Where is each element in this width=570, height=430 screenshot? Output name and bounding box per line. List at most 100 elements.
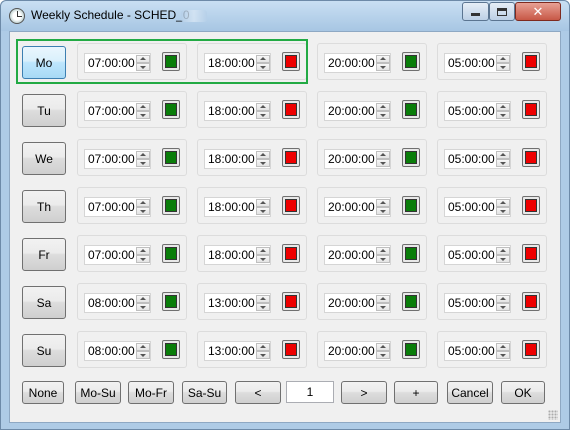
state-color-button[interactable] [402, 292, 420, 311]
state-color-button[interactable] [522, 100, 540, 119]
time-input[interactable] [326, 103, 376, 119]
spin-down-icon[interactable] [496, 255, 510, 263]
spin-up-icon[interactable] [376, 247, 390, 255]
time-input[interactable] [86, 151, 136, 167]
previous-page-button[interactable]: < [235, 381, 281, 404]
time-input[interactable] [86, 55, 136, 71]
time-input[interactable] [326, 151, 376, 167]
state-color-button[interactable] [282, 196, 300, 215]
spin-down-icon[interactable] [136, 207, 150, 215]
spin-up-icon[interactable] [136, 247, 150, 255]
spin-up-icon[interactable] [256, 247, 270, 255]
state-color-button[interactable] [402, 196, 420, 215]
time-input[interactable] [206, 199, 256, 215]
day-button-tu[interactable]: Tu [22, 94, 66, 127]
spin-down-icon[interactable] [496, 351, 510, 359]
day-button-we[interactable]: We [22, 142, 66, 175]
next-page-button[interactable]: > [341, 381, 387, 404]
spin-down-icon[interactable] [376, 351, 390, 359]
time-input[interactable] [86, 247, 136, 263]
sa-su-button[interactable]: Sa-Su [182, 381, 227, 404]
state-color-button[interactable] [282, 52, 300, 71]
spin-up-icon[interactable] [256, 55, 270, 63]
spin-up-icon[interactable] [376, 151, 390, 159]
spin-down-icon[interactable] [256, 207, 270, 215]
maximize-button[interactable] [489, 2, 515, 21]
day-button-su[interactable]: Su [22, 334, 66, 367]
spin-up-icon[interactable] [256, 295, 270, 303]
spin-down-icon[interactable] [376, 159, 390, 167]
spin-down-icon[interactable] [376, 255, 390, 263]
title-bar[interactable]: Weekly Schedule - SCHED_0 ✕ [1, 1, 569, 31]
state-color-button[interactable] [282, 244, 300, 263]
spin-up-icon[interactable] [496, 103, 510, 111]
state-color-button[interactable] [402, 340, 420, 359]
spin-up-icon[interactable] [136, 103, 150, 111]
time-input[interactable] [86, 295, 136, 311]
spin-up-icon[interactable] [496, 55, 510, 63]
time-input[interactable] [446, 151, 496, 167]
state-color-button[interactable] [162, 340, 180, 359]
spin-down-icon[interactable] [496, 207, 510, 215]
time-input[interactable] [206, 343, 256, 359]
add-button[interactable]: + [394, 381, 438, 404]
spin-up-icon[interactable] [496, 151, 510, 159]
spin-up-icon[interactable] [256, 199, 270, 207]
spin-down-icon[interactable] [256, 111, 270, 119]
time-input[interactable] [326, 55, 376, 71]
spin-down-icon[interactable] [256, 159, 270, 167]
state-color-button[interactable] [282, 148, 300, 167]
state-color-button[interactable] [402, 100, 420, 119]
spin-down-icon[interactable] [136, 159, 150, 167]
spin-down-icon[interactable] [136, 303, 150, 311]
spin-down-icon[interactable] [136, 351, 150, 359]
time-input[interactable] [326, 247, 376, 263]
spin-down-icon[interactable] [136, 63, 150, 71]
resize-grip-icon[interactable] [548, 410, 558, 420]
minimize-button[interactable] [462, 2, 489, 21]
spin-up-icon[interactable] [376, 103, 390, 111]
spin-down-icon[interactable] [256, 351, 270, 359]
state-color-button[interactable] [162, 244, 180, 263]
time-input[interactable] [206, 295, 256, 311]
spin-down-icon[interactable] [376, 207, 390, 215]
state-color-button[interactable] [522, 244, 540, 263]
state-color-button[interactable] [402, 244, 420, 263]
state-color-button[interactable] [522, 196, 540, 215]
time-input[interactable] [446, 103, 496, 119]
time-input[interactable] [446, 343, 496, 359]
none-button[interactable]: None [22, 381, 64, 404]
state-color-button[interactable] [522, 148, 540, 167]
time-input[interactable] [446, 199, 496, 215]
state-color-button[interactable] [162, 196, 180, 215]
state-color-button[interactable] [522, 292, 540, 311]
spin-up-icon[interactable] [256, 151, 270, 159]
spin-up-icon[interactable] [136, 343, 150, 351]
spin-down-icon[interactable] [136, 111, 150, 119]
page-number-input[interactable] [286, 381, 334, 403]
state-color-button[interactable] [402, 148, 420, 167]
state-color-button[interactable] [162, 100, 180, 119]
spin-up-icon[interactable] [376, 343, 390, 351]
spin-up-icon[interactable] [376, 199, 390, 207]
time-input[interactable] [206, 55, 256, 71]
day-button-th[interactable]: Th [22, 190, 66, 223]
time-input[interactable] [326, 199, 376, 215]
day-button-mo[interactable]: Mo [22, 46, 66, 79]
state-color-button[interactable] [282, 100, 300, 119]
spin-down-icon[interactable] [376, 111, 390, 119]
spin-up-icon[interactable] [496, 199, 510, 207]
time-input[interactable] [86, 343, 136, 359]
cancel-button[interactable]: Cancel [447, 381, 493, 404]
state-color-button[interactable] [282, 292, 300, 311]
spin-down-icon[interactable] [496, 111, 510, 119]
spin-down-icon[interactable] [256, 303, 270, 311]
time-input[interactable] [446, 55, 496, 71]
time-input[interactable] [206, 103, 256, 119]
spin-up-icon[interactable] [136, 295, 150, 303]
state-color-button[interactable] [282, 340, 300, 359]
spin-down-icon[interactable] [496, 63, 510, 71]
state-color-button[interactable] [402, 52, 420, 71]
spin-up-icon[interactable] [496, 343, 510, 351]
spin-up-icon[interactable] [376, 295, 390, 303]
